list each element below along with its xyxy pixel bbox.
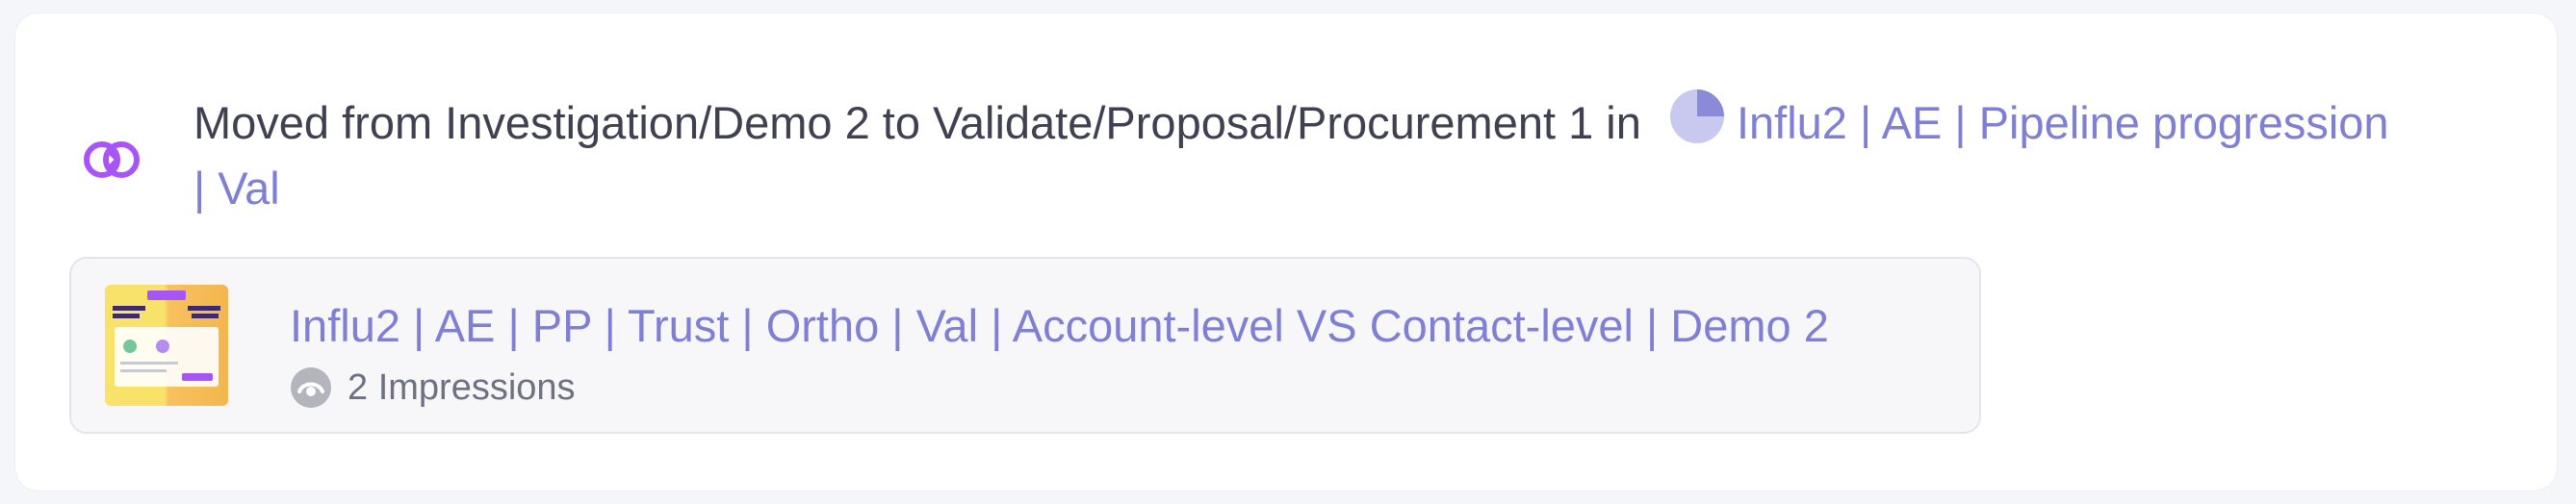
impressions-label: 2 Impressions: [348, 366, 576, 408]
ad-creative-thumbnail[interactable]: [105, 285, 228, 406]
pie-chart-icon: [1669, 89, 1724, 143]
stage-move-icon: [77, 125, 146, 194]
ad-asset-card[interactable]: Influ2 | AE | PP | Trust | Ortho | Val |…: [69, 257, 1981, 434]
activity-description: Moved from Investigation/Demo 2 to Valid…: [193, 88, 2408, 221]
ad-asset-title[interactable]: Influ2 | AE | PP | Trust | Ortho | Val |…: [290, 299, 1829, 353]
activity-text: Moved from Investigation/Demo 2 to Valid…: [193, 97, 1641, 148]
impressions-count: 2 Impressions: [290, 366, 576, 409]
activity-card: Moved from Investigation/Demo 2 to Valid…: [15, 13, 2557, 491]
eye-icon: [291, 367, 331, 408]
